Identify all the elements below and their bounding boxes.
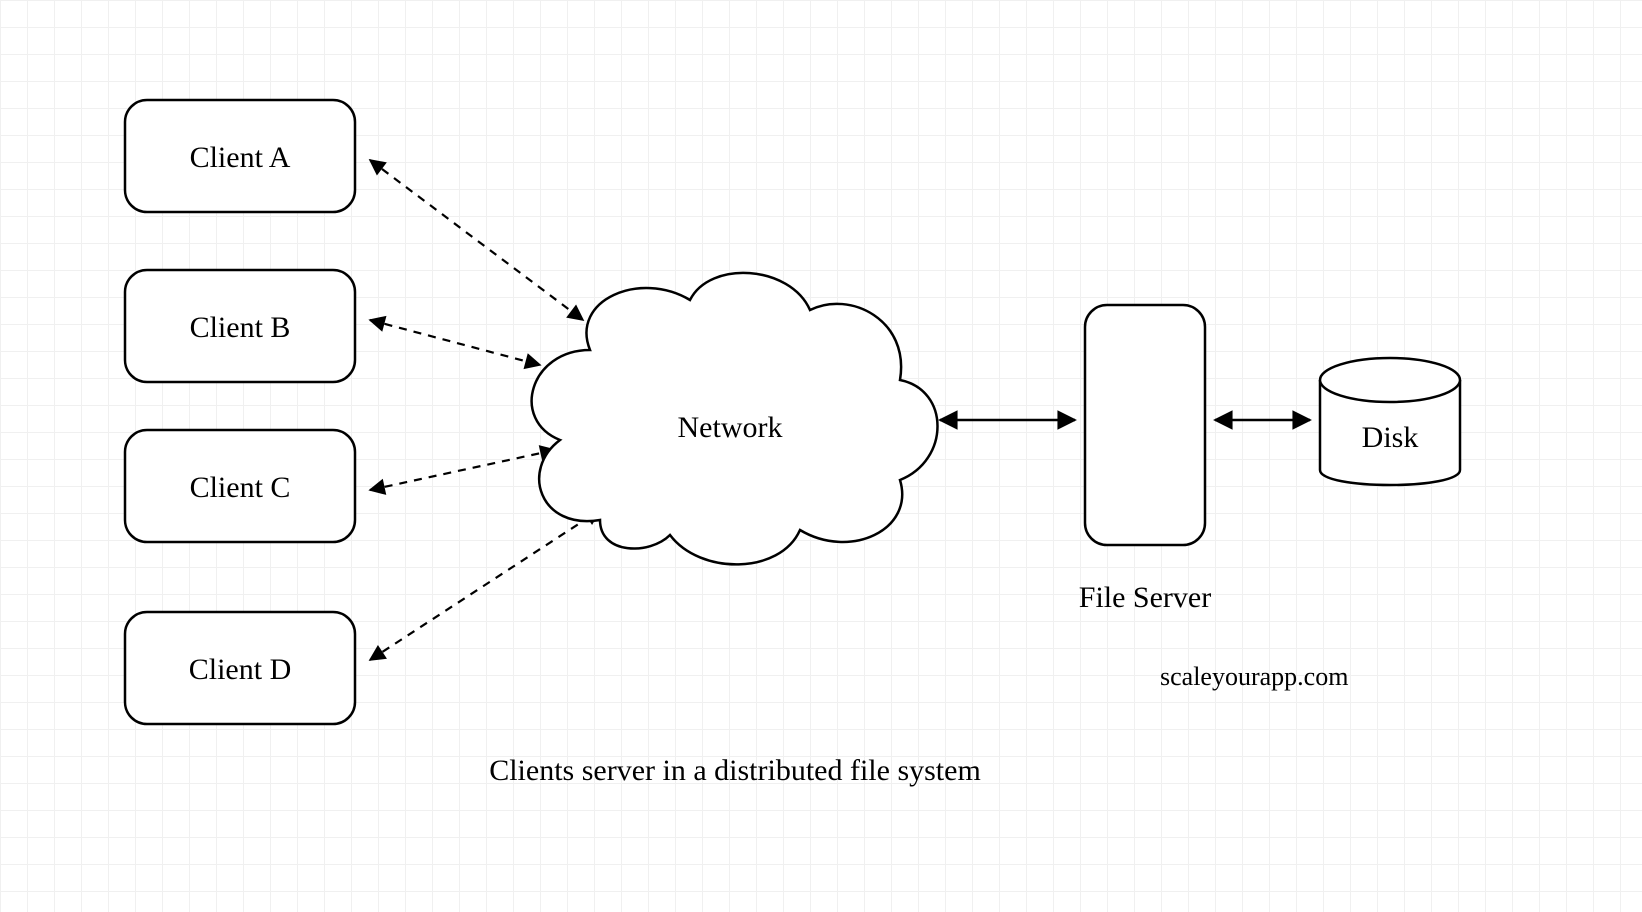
file-server-label: File Server [1079,581,1211,614]
client-b-node: Client B [125,270,355,382]
client-c-node: Client C [125,430,355,542]
disk-node: Disk [1320,358,1460,485]
connector-client-d [370,510,600,660]
watermark-text: scaleyourapp.com [1160,662,1348,691]
client-b-label: Client B [190,311,291,344]
connector-client-c [370,450,555,490]
disk-label: Disk [1362,421,1419,454]
client-d-node: Client D [125,612,355,724]
connector-client-a [370,160,583,320]
client-a-node: Client A [125,100,355,212]
network-label: Network [678,411,783,444]
connector-client-b [370,320,540,365]
caption-text: Clients server in a distributed file sys… [489,754,981,787]
client-a-label: Client A [190,141,291,174]
network-cloud: Network [532,273,938,565]
file-server-node [1085,305,1205,545]
diagram-canvas: Client A Client B Client C Client D Netw… [0,0,1642,912]
client-d-label: Client D [189,653,292,686]
client-c-label: Client C [190,471,291,504]
